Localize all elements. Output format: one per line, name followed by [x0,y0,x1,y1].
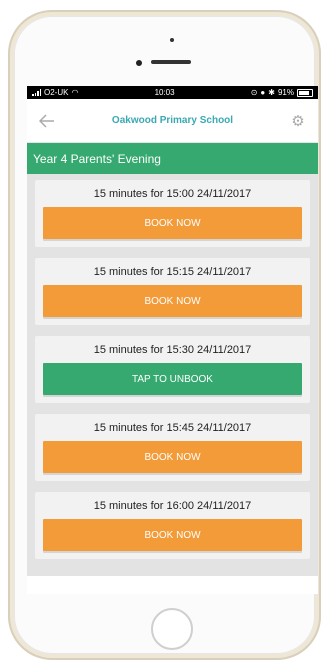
book-now-button[interactable]: BOOK NOW [43,441,302,473]
alarm-icon: ● [260,88,266,97]
nav-bar: Oakwood Primary School ⚙ [27,99,318,143]
slot-label: 15 minutes for 15:15 24/11/2017 [93,266,252,278]
app-screen: O2-UK ◠ 10:03 ⊙ ● ✱ 91% Oakwood Primary … [27,86,318,594]
unbook-button[interactable]: TAP TO UNBOOK [43,363,302,395]
slot-card: 15 minutes for 15:30 24/11/2017 TAP TO U… [35,336,310,403]
signal-icon [32,89,41,96]
slot-card: 15 minutes for 15:45 24/11/2017 BOOK NOW [35,414,310,481]
slot-card: 15 minutes for 15:15 24/11/2017 BOOK NOW [35,258,310,325]
slot-label: 15 minutes for 15:45 24/11/2017 [93,422,252,434]
slot-label: 15 minutes for 16:00 24/11/2017 [93,500,252,512]
battery-percent: 91% [277,88,294,97]
section-title: Year 4 Parents' Evening [27,143,318,174]
front-camera [136,60,142,66]
slot-list: 15 minutes for 15:00 24/11/2017 BOOK NOW… [27,174,318,576]
slot-label: 15 minutes for 15:30 24/11/2017 [93,344,252,356]
slot-label: 15 minutes for 15:00 24/11/2017 [93,188,252,200]
back-arrow-icon[interactable] [37,111,57,131]
page-title: Oakwood Primary School [111,115,234,126]
status-bar: O2-UK ◠ 10:03 ⊙ ● ✱ 91% [27,86,318,99]
home-button[interactable] [151,608,193,650]
book-now-button[interactable]: BOOK NOW [43,519,302,551]
bluetooth-icon: ✱ [268,88,275,97]
slot-card: 15 minutes for 15:00 24/11/2017 BOOK NOW [35,180,310,247]
wifi-icon: ◠ [71,88,79,97]
slot-card: 15 minutes for 16:00 24/11/2017 BOOK NOW [35,492,310,559]
book-now-button[interactable]: BOOK NOW [43,285,302,317]
gear-icon[interactable]: ⚙ [288,111,308,131]
carrier-label: O2-UK [44,88,69,97]
location-icon: ⊙ [250,88,258,97]
earpiece-speaker [151,60,191,64]
status-time: 10:03 [154,88,175,97]
battery-icon [296,88,313,97]
book-now-button[interactable]: BOOK NOW [43,207,302,239]
proximity-sensor [170,38,174,42]
